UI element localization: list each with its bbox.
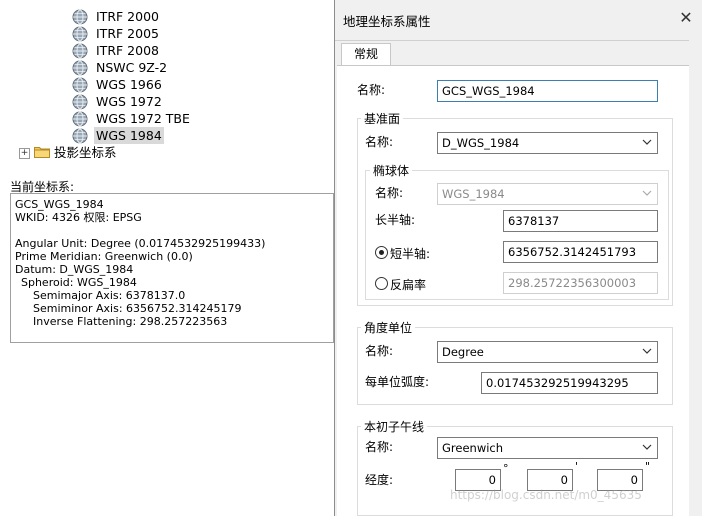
name-label: 名称: [357,83,386,97]
tree-item-label: ITRF 2000 [96,9,159,24]
minute-symbol: ' [575,460,579,473]
tree-item[interactable]: NSWC 9Z-2 [72,59,272,76]
spheroid-name-label: 名称: [375,186,404,200]
radians-per-unit-label: 每单位弧度: [365,375,430,389]
datum-name-value: D_WGS_1984 [442,136,520,150]
watermark: https://blog.csdn.net/m0_45635 [450,488,642,502]
tree-item[interactable]: ITRF 2000 [72,8,272,25]
dialog-title: 地理坐标系属性 [343,14,431,29]
tree-item-label: NSWC 9Z-2 [96,60,168,75]
tree-item-projected[interactable]: + 投影坐标系 [18,144,158,161]
tree-item-label: ITRF 2008 [96,43,159,58]
tree-item[interactable]: WGS 1972 TBE [72,110,272,127]
prime-meridian-value: Greenwich [442,441,504,455]
angular-unit-title: 角度单位 [361,319,416,336]
left-panel: ITRF 2000 ITRF 2005 ITRF 2008 NSWC 9Z-2 WGS … [0,0,334,516]
detail-line: Angular Unit: Degree (0.0174532925199433… [15,237,266,250]
semimajor-field[interactable]: 6378137 [503,210,658,232]
detail-line: Datum: D_WGS_1984 [15,263,134,276]
tree-item[interactable]: WGS 1972 [72,93,272,110]
globe-icon [72,26,88,41]
current-system-details: GCS_WGS_1984 WKID: 4326 权限: EPSG Angular U… [10,193,334,343]
angular-unit-name-label: 名称: [365,344,394,358]
tree-item[interactable]: WGS 1966 [72,76,272,93]
detail-line: GCS_WGS_1984 [15,198,104,211]
close-icon[interactable]: ✕ [677,8,695,27]
geographic-cs-properties-dialog: 地理坐标系属性 ✕ 常规 名称: GCS_WGS_1984 基准面 名称: D_… [334,0,702,517]
longitude-label: 经度: [365,473,394,487]
tab-strip [335,40,689,41]
chevron-down-icon [642,139,652,145]
semimajor-label: 长半轴: [375,213,416,227]
chevron-down-icon [642,190,652,196]
tree-item[interactable]: WGS 1984 [72,127,272,144]
prime-meridian-title: 本初子午线 [361,418,428,435]
angular-unit-value: Degree [442,345,484,359]
name-field[interactable]: GCS_WGS_1984 [437,80,658,102]
datum-group-title: 基准面 [361,110,404,127]
spheroid-name-value: WGS_1984 [442,187,505,201]
globe-icon [72,111,88,126]
globe-icon [72,77,88,92]
detail-line: Spheroid: WGS_1984 [21,276,137,289]
tree-item[interactable]: ITRF 2005 [72,25,272,42]
detail-line: Prime Meridian: Greenwich (0.0) [15,250,193,263]
degree-symbol: ° [503,462,509,475]
prime-meridian-name-label: 名称: [365,440,394,454]
flattening-radio[interactable] [375,277,388,290]
globe-icon [72,60,88,75]
detail-line: WKID: 4326 权限: EPSG [15,211,142,224]
tree-item-label: 投影坐标系 [54,145,117,160]
spheroid-name-combo: WGS_1984 [437,183,658,205]
tree-item-label: WGS 1972 [96,94,162,109]
radians-per-unit-field[interactable]: 0.017453292519943295 [481,372,658,394]
detail-line: Semimajor Axis: 6378137.0 [33,289,186,302]
tab-general[interactable]: 常规 [341,43,391,65]
folder-icon [34,147,50,158]
tree-item-label: WGS 1984 [94,127,164,144]
tree-item[interactable]: ITRF 2008 [72,42,272,59]
spheroid-group-title: 椭球体 [370,162,413,179]
chevron-down-icon [642,348,652,354]
chevron-down-icon [642,444,652,450]
globe-icon [72,9,88,24]
semiminor-label: 短半轴: [390,247,431,261]
tree-item-label: WGS 1966 [96,77,162,92]
angular-unit-combo[interactable]: Degree [437,341,658,363]
globe-icon [72,43,88,58]
datum-name-label: 名称: [365,135,394,149]
tree-item-label: WGS 1972 TBE [96,111,190,126]
datum-name-combo[interactable]: D_WGS_1984 [437,132,658,154]
globe-icon [72,94,88,109]
expand-icon[interactable]: + [19,148,30,159]
flattening-field: 298.25722356300003 [503,272,658,294]
semiminor-radio[interactable] [375,246,388,259]
prime-meridian-combo[interactable]: Greenwich [437,437,658,459]
semiminor-field[interactable]: 6356752.3142451793 [503,241,658,263]
flattening-label: 反扁率 [390,278,427,292]
detail-line: Semiminor Axis: 6356752.314245179 [33,302,242,315]
detail-line: Inverse Flattening: 298.257223563 [33,315,228,328]
globe-icon [72,128,88,143]
tree-item-label: ITRF 2005 [96,26,159,41]
second-symbol: " [645,460,651,473]
